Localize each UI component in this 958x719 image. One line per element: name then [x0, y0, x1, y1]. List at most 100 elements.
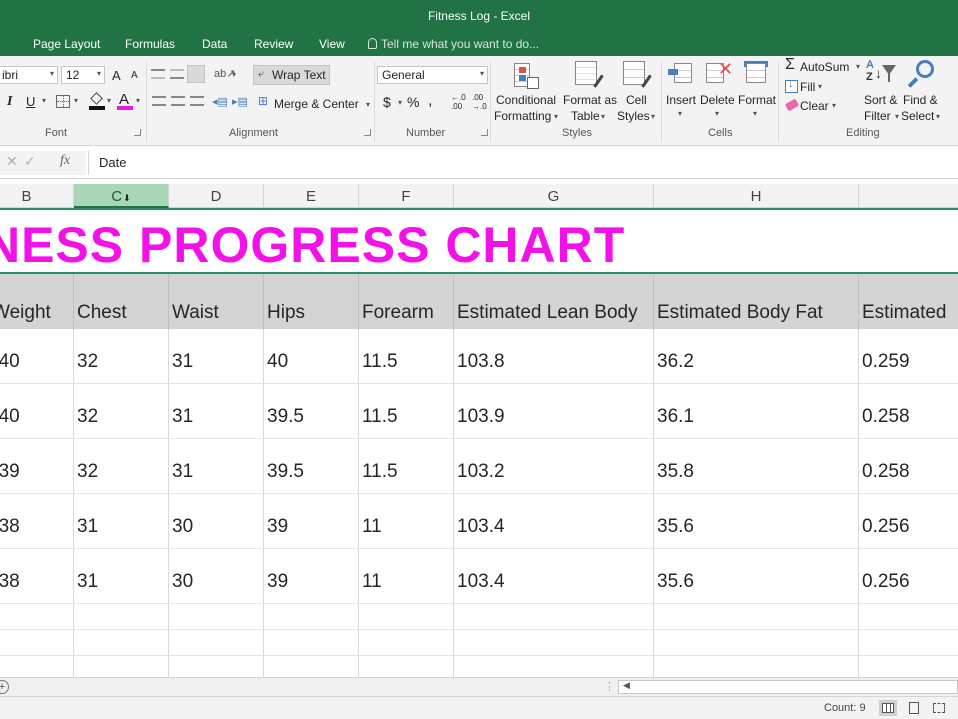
- find-select-line2[interactable]: Select: [901, 109, 934, 123]
- cell-hips[interactable]: 40: [267, 351, 288, 373]
- sort-filter-line2[interactable]: Filter: [864, 109, 891, 123]
- cell-waist[interactable]: 30: [172, 516, 193, 538]
- page-layout-view-icon[interactable]: [905, 700, 923, 716]
- column-header-e[interactable]: E: [264, 184, 359, 208]
- cell-styles-line1[interactable]: Cell: [626, 93, 647, 107]
- cell-body-fat[interactable]: 36.1: [657, 406, 694, 428]
- cell-body-fat[interactable]: 35.8: [657, 461, 694, 483]
- tell-me-search[interactable]: Tell me what you want to do...: [368, 37, 539, 51]
- cell-estimated[interactable]: 0.258: [862, 461, 910, 483]
- cell-forearm[interactable]: 11.5: [362, 351, 398, 373]
- cell-waist[interactable]: 31: [172, 406, 193, 428]
- font-name-box[interactable]: ibri ▾: [0, 66, 58, 84]
- cell-weight[interactable]: 139: [0, 461, 20, 483]
- shrink-font-button[interactable]: A: [131, 70, 138, 81]
- dialog-launcher-icon[interactable]: [481, 129, 488, 136]
- cell-chest[interactable]: 31: [77, 571, 98, 593]
- merge-center-button[interactable]: Merge & Center: [274, 97, 359, 111]
- cell-weight[interactable]: 138: [0, 571, 20, 593]
- cancel-icon[interactable]: ✕: [6, 153, 18, 170]
- splitter-handle-icon[interactable]: ⋮: [604, 680, 615, 693]
- delete-button[interactable]: Delete: [700, 93, 735, 107]
- format-button[interactable]: Format: [738, 93, 776, 107]
- cell-estimated[interactable]: 0.256: [862, 571, 910, 593]
- cell-lean-body[interactable]: 103.2: [457, 461, 505, 483]
- scroll-left-icon[interactable]: ◀: [623, 680, 630, 691]
- header-estimated-body-fat[interactable]: Estimated Body Fat: [657, 302, 823, 324]
- cell-forearm[interactable]: 11: [362, 516, 382, 538]
- cell-hips[interactable]: 39.5: [267, 406, 304, 428]
- align-right-icon[interactable]: [190, 96, 204, 106]
- enter-icon[interactable]: ✓: [24, 153, 36, 170]
- sort-filter-line1[interactable]: Sort &: [864, 93, 897, 107]
- header-waist[interactable]: Waist: [172, 302, 219, 324]
- conditional-formatting-line2[interactable]: Formatting: [494, 109, 551, 123]
- header-forearm[interactable]: Forearm: [362, 302, 434, 324]
- font-size-box[interactable]: 12 ▾: [61, 66, 105, 84]
- empty-row[interactable]: [0, 604, 958, 630]
- cell-forearm[interactable]: 11.5: [362, 406, 398, 428]
- cell-body-fat[interactable]: 35.6: [657, 571, 694, 593]
- tab-page-layout[interactable]: Page Layout: [33, 37, 100, 51]
- cell-weight[interactable]: 140: [0, 351, 20, 373]
- column-header-f[interactable]: F: [359, 184, 454, 208]
- align-left-icon[interactable]: [152, 96, 166, 106]
- cell-weight[interactable]: 138: [0, 516, 20, 538]
- header-hips[interactable]: Hips: [267, 302, 305, 324]
- worksheet[interactable]: FITNESS PROGRESS CHART Weight Chest Wais…: [0, 208, 958, 677]
- borders-icon[interactable]: [56, 95, 70, 108]
- cell-styles-line2[interactable]: Styles: [617, 109, 650, 123]
- normal-view-icon[interactable]: [879, 700, 897, 716]
- align-bottom-button[interactable]: [187, 65, 205, 83]
- grow-font-button[interactable]: A: [112, 68, 121, 83]
- empty-row[interactable]: [0, 630, 958, 656]
- cell-forearm[interactable]: 11: [362, 571, 382, 593]
- cell-waist[interactable]: 30: [172, 571, 193, 593]
- insert-function-button[interactable]: fx: [60, 153, 70, 169]
- tab-review[interactable]: Review: [254, 37, 293, 51]
- align-middle-icon[interactable]: [170, 69, 184, 79]
- dialog-launcher-icon[interactable]: [134, 129, 141, 136]
- tab-formulas[interactable]: Formulas: [125, 37, 175, 51]
- increase-indent-icon[interactable]: ▸▤: [232, 95, 248, 108]
- cell-estimated[interactable]: 0.258: [862, 406, 910, 428]
- currency-button[interactable]: $: [383, 94, 391, 110]
- find-select-line1[interactable]: Find &: [903, 93, 938, 107]
- percent-button[interactable]: %: [407, 94, 419, 110]
- horizontal-scrollbar[interactable]: ◀: [618, 680, 958, 694]
- comma-button[interactable]: ,: [428, 92, 432, 110]
- cell-lean-body[interactable]: 103.9: [457, 406, 505, 428]
- decrease-indent-icon[interactable]: ◂▤: [212, 95, 228, 108]
- cell-chest[interactable]: 32: [77, 406, 98, 428]
- cell-hips[interactable]: 39: [267, 571, 288, 593]
- format-as-table-line2[interactable]: Table: [571, 109, 600, 123]
- italic-button[interactable]: I: [7, 94, 12, 110]
- cell-chest[interactable]: 32: [77, 461, 98, 483]
- column-header-d[interactable]: D: [169, 184, 264, 208]
- column-header-b[interactable]: B: [0, 184, 74, 208]
- autosum-button[interactable]: AutoSum: [800, 60, 849, 74]
- header-chest[interactable]: Chest: [77, 302, 127, 324]
- cell-body-fat[interactable]: 35.6: [657, 516, 694, 538]
- cell-body-fat[interactable]: 36.2: [657, 351, 694, 373]
- header-weight[interactable]: Weight: [0, 302, 51, 324]
- cell-hips[interactable]: 39: [267, 516, 288, 538]
- cell-lean-body[interactable]: 103.8: [457, 351, 505, 373]
- cell-forearm[interactable]: 11.5: [362, 461, 398, 483]
- header-estimated-lean-body[interactable]: Estimated Lean Body: [457, 302, 638, 324]
- cell-waist[interactable]: 31: [172, 461, 193, 483]
- increase-decimal-button[interactable]: ←.0 .00: [451, 93, 466, 111]
- fill-color-icon[interactable]: [89, 92, 105, 111]
- conditional-formatting-line1[interactable]: Conditional: [496, 93, 556, 107]
- fill-button[interactable]: Fill: [800, 80, 815, 94]
- cell-estimated[interactable]: 0.259: [862, 351, 910, 373]
- column-header-h[interactable]: H: [654, 184, 859, 208]
- wrap-text-button[interactable]: ⤶ Wrap Text: [253, 65, 330, 85]
- clear-button[interactable]: Clear: [800, 99, 829, 113]
- header-estimated[interactable]: Estimated: [862, 302, 946, 324]
- formula-input[interactable]: Date: [88, 151, 958, 175]
- cell-weight[interactable]: 140: [0, 406, 20, 428]
- dialog-launcher-icon[interactable]: [364, 129, 371, 136]
- cell-estimated[interactable]: 0.256: [862, 516, 910, 538]
- cell-chest[interactable]: 31: [77, 516, 98, 538]
